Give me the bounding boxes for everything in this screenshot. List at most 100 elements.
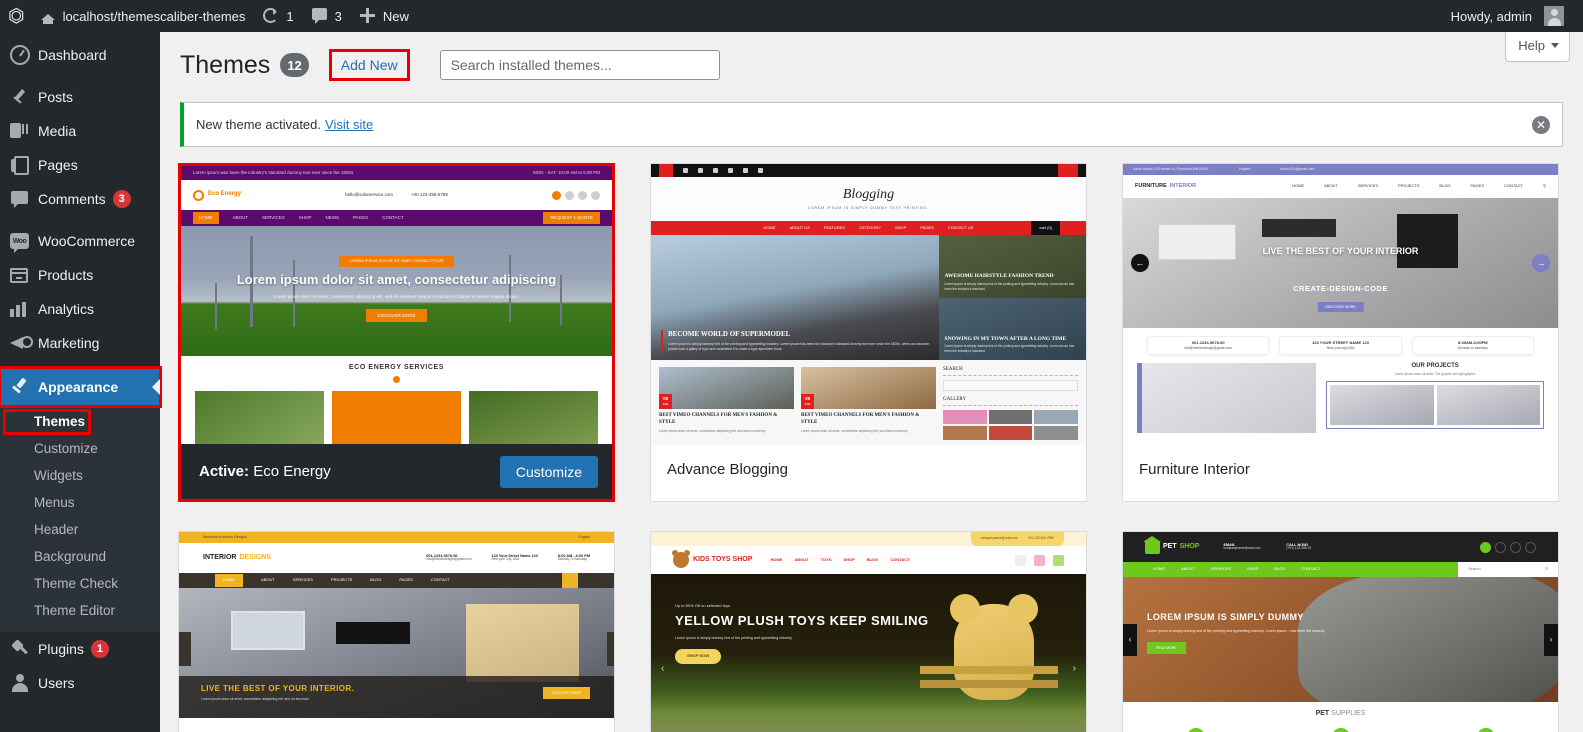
sidebar-item-label: Analytics [38,301,95,317]
theme-screenshot[interactable]: PET SHOP EMAIL companyname@mail.com CALL… [1123,532,1558,732]
sidebar-item-label: Posts [38,89,74,105]
interior-hero-button: DISCOVER MORE [543,687,590,700]
theme-card[interactable]: Welcome to Interior Designs English INTE… [178,531,615,732]
arrow-left-icon: ← [1131,254,1149,272]
blogging-side-slide-1: AWESOME HAIRSTYLE FASHION TREND Lorem ip… [938,235,1086,298]
sidebar-item-woocommerce[interactable]: Woo WooCommerce [0,224,160,258]
sidebar-item-dashboard[interactable]: Dashboard [0,38,160,72]
blogging-nav-item: FEATURES [823,224,845,230]
search-input[interactable] [439,50,720,80]
theme-card[interactable]: PET SHOP EMAIL companyname@mail.com CALL… [1122,531,1559,732]
theme-screenshot[interactable]: Welcome to Interior Designs English INTE… [179,532,614,732]
sidebar-item-users[interactable]: Users [0,666,160,700]
sidebar-item-menus[interactable]: Menus [0,489,160,516]
sidebar-item-media[interactable]: Media [0,114,160,148]
pet-hero-text: LOREM IPSUM IS SIMPLY DUMMY Lorem ipsum … [1147,612,1325,654]
furniture-nav-item: CONTACT [1504,183,1524,189]
sidebar-item-label: Dashboard [38,47,107,63]
arrow-left-icon: ‹ [1123,623,1137,656]
sidebar-item-background[interactable]: Background [0,543,160,570]
main-content: Help Themes 12 Add New New theme activat… [160,32,1583,732]
bench-image [920,666,1058,674]
arrow-right-icon: → [1532,254,1550,272]
theme-card[interactable]: Aaron larson,125 center Ln,,Plymouth,MN … [1122,163,1559,502]
comments-count: 3 [334,8,342,24]
kids-nav-item: TOYS [820,556,832,562]
my-account-menu[interactable]: Howdy, admin [1442,0,1583,32]
notice-text: New theme activated. [196,117,322,132]
sidebar-item-theme-editor[interactable]: Theme Editor [0,597,160,624]
appearance-submenu: Themes Customize Widgets Menus Header Ba… [0,406,160,632]
sidebar-item-products[interactable]: Products [0,258,160,292]
sidebar-item-label: Products [38,267,94,283]
blogging-post: 09 Feb BEST VIMEO CHANNELS FOR MEN'S FAS… [801,367,936,440]
pet-shop-preview: PET SHOP EMAIL companyname@mail.com CALL… [1123,532,1558,732]
sidebar-item-appearance[interactable]: Appearance [0,366,162,408]
sidebar-item-theme-check[interactable]: Theme Check [0,570,160,597]
theme-screenshot[interactable]: Blogging LOREM IPSUM IS SIMPLY DUMMY TEX… [651,164,1086,445]
info-sub: Monday to saturday [1457,345,1488,350]
theme-name-row: Furniture Interior [1123,445,1558,493]
comments-menu[interactable]: 3 [303,0,351,32]
sidebar-item-analytics[interactable]: Analytics [0,292,160,326]
furniture-projects-content: OUR PROJECTS Lorem ipsum dolor sit amet.… [1326,363,1544,433]
interior-info-address: 123 Your Street Name 123 New york City, … [492,554,538,562]
eco-hero-text-body: Lorem ipsum dolor sit amet, consectetur … [273,294,520,300]
kids-hero-title: YELLOW PLUSH TOYS KEEP SMILING [675,612,929,628]
updates-menu[interactable]: 1 [254,0,302,32]
customize-button[interactable]: Customize [499,455,598,488]
sidebar-item-marketing[interactable]: Marketing [0,326,160,360]
add-new-button[interactable]: Add New [332,53,407,77]
wordpress-logo-icon[interactable]: ⏣ [0,0,31,32]
eco-contact: hello@solarservice.com +00 123-456-6789 [345,192,448,197]
active-theme-footer: Active: Eco Energy Customize [181,444,612,499]
pet-phone: (+91) 123-456-78 [1286,546,1312,551]
interior-nav-item: HOME [215,574,243,587]
new-content-menu[interactable]: New [351,0,418,32]
theme-card[interactable]: Lorem ipsum was been the industry's stan… [178,163,615,502]
submenu-themes-wrapper: Themes [0,408,160,435]
notice-theme-activated: New theme activated. Visit site ✕ [180,102,1563,147]
interior-topbar: Welcome to Interior Designs English [179,532,614,543]
sidebar-item-themes[interactable]: Themes [0,408,160,435]
site-name-menu[interactable]: localhost/themescaliber-themes [31,0,255,32]
eco-service-cards [181,387,612,444]
sidebar-item-comments[interactable]: Comments 3 [0,182,160,216]
theme-screenshot[interactable]: Aaron larson,125 center Ln,,Plymouth,MN … [1123,164,1558,445]
info-sub: info@interiordesign@gmail.com [426,557,472,562]
blogging-sidebar-widgets: SEARCH GALLERY [943,367,1078,440]
kids-logo: KIDS TOYS SHOP [672,550,752,568]
pet-email: companyname@mail.com [1223,546,1261,551]
blogging-side-slides: AWESOME HAIRSTYLE FASHION TREND Lorem ip… [938,235,1086,360]
blogging-hero-row: BECOME WORLD OF SUPERMODEL Lorem ipsum i… [651,235,1086,360]
theme-screenshot[interactable]: companyname@mail.com +91-123-456-7890 KI… [651,532,1086,732]
blogging-cart: cart (0) [1031,221,1060,235]
close-icon[interactable]: ✕ [1532,115,1550,134]
kids-nav-item: ABOUT [794,556,809,562]
sidebar-item-posts[interactable]: Posts [0,80,160,114]
plugins-badge: 1 [90,640,109,658]
interior-hero-caption: LIVE THE BEST OF YOUR INTERIOR. Lorem ip… [179,676,614,718]
cat-image [1298,577,1558,702]
pet-nav-item: HOME [1153,566,1165,572]
blogging-gallery-grid [943,410,1078,440]
theme-screenshot[interactable]: Lorem ipsum was been the industry's stan… [181,166,612,444]
furniture-info-address: 123 YOUR STREET NAME 123 New york city,U… [1279,336,1402,355]
sidebar-item-customize[interactable]: Customize [0,435,160,462]
blogging-post1-title: BEST VIMEO CHANNELS FOR MEN'S FASHION & … [659,413,778,425]
kids-hero-body: Lorem ipsum is simply dummy text of the … [675,635,793,640]
eco-nav-item: CONTACT [382,215,404,221]
sidebar-item-header[interactable]: Header [0,516,160,543]
eco-header: Eco Energy hello@solarservice.com +00 12… [181,180,612,210]
sidebar-item-widgets[interactable]: Widgets [0,462,160,489]
theme-card[interactable]: companyname@mail.com +91-123-456-7890 KI… [650,531,1087,732]
sidebar-item-plugins[interactable]: Plugins 1 [0,632,160,666]
help-toggle-button[interactable]: Help [1505,32,1570,62]
blogging-nav: HOME ABOUT US FEATURES CATEGORY SHOP PAG… [651,221,1086,235]
admin-bar: ⏣ localhost/themescaliber-themes 1 3 New… [0,0,1583,32]
theme-card[interactable]: Blogging LOREM IPSUM IS SIMPLY DUMMY TEX… [650,163,1087,502]
visit-site-link[interactable]: Visit site [325,117,373,132]
eco-topbar-right: MON - SAT: 10:00 AM to 6:00 PM [533,170,600,176]
eco-nav-item: SERVICES [262,215,285,221]
sidebar-item-pages[interactable]: Pages [0,148,160,182]
